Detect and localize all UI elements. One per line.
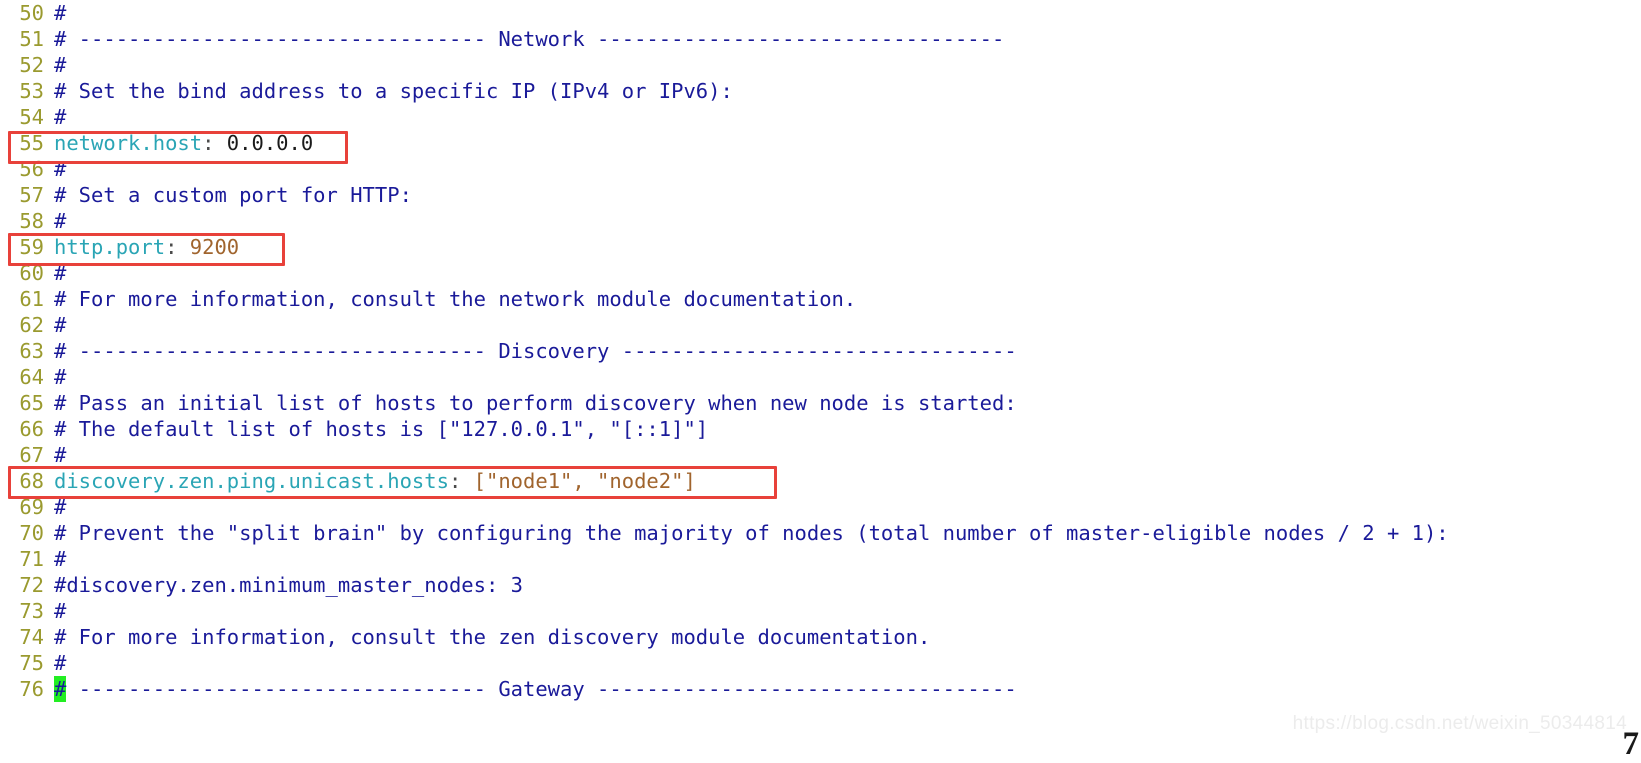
- code-line[interactable]: 68 discovery.zen.ping.unicast.hosts: ["no…: [0, 468, 1641, 494]
- comment-text: #: [54, 313, 67, 337]
- comment-text: #: [54, 599, 67, 623]
- code-line[interactable]: 74 # For more information, consult the ze…: [0, 624, 1641, 650]
- line-number: 59: [19, 235, 44, 259]
- code-line[interactable]: 64 #: [0, 364, 1641, 390]
- code-line[interactable]: 72 #discovery.zen.minimum_master_nodes: 3: [0, 572, 1641, 598]
- key-value-separator: :: [448, 469, 474, 493]
- line-number: 56: [19, 157, 44, 181]
- code-line[interactable]: 71 #: [0, 546, 1641, 572]
- line-number: 74: [19, 625, 44, 649]
- text-cursor: #: [54, 676, 67, 702]
- comment-text: #: [54, 495, 67, 519]
- comment-text: # For more information, consult the netw…: [54, 287, 857, 311]
- watermark-url: https://blog.csdn.net/weixin_50344814: [1292, 713, 1627, 734]
- line-number: 61: [19, 287, 44, 311]
- line-number: 50: [19, 1, 44, 25]
- config-value: 9200: [189, 235, 240, 259]
- line-number: 53: [19, 79, 44, 103]
- code-line[interactable]: 59 http.port: 9200: [0, 234, 1641, 260]
- code-line[interactable]: 67 #: [0, 442, 1641, 468]
- line-number: 68: [19, 469, 44, 493]
- line-number: 71: [19, 547, 44, 571]
- line-number: 54: [19, 105, 44, 129]
- line-number: 51: [19, 27, 44, 51]
- comment-text: # --------------------------------- Disc…: [54, 339, 1017, 363]
- code-line[interactable]: 75 #: [0, 650, 1641, 676]
- comment-text: #: [54, 651, 67, 675]
- comment-text: # --------------------------------- Netw…: [54, 27, 1005, 51]
- code-line[interactable]: 63 # --------------------------------- Di…: [0, 338, 1641, 364]
- code-line[interactable]: 54 #: [0, 104, 1641, 130]
- line-number: 76: [19, 677, 44, 701]
- code-line[interactable]: 58 #: [0, 208, 1641, 234]
- comment-text: #: [54, 443, 67, 467]
- code-editor-pane[interactable]: 50 #51 # ---------------------------------…: [0, 0, 1641, 762]
- line-number: 57: [19, 183, 44, 207]
- comment-text: # The default list of hosts is ["127.0.0…: [54, 417, 709, 441]
- code-line[interactable]: 66 # The default list of hosts is ["127.0…: [0, 416, 1641, 442]
- config-value: 0.0.0.0: [226, 131, 314, 155]
- line-number: 67: [19, 443, 44, 467]
- key-value-separator: :: [202, 131, 227, 155]
- comment-text: #: [54, 261, 67, 285]
- line-number: 75: [19, 651, 44, 675]
- page-number-badge: 7: [1622, 726, 1640, 762]
- code-line[interactable]: 60 #: [0, 260, 1641, 286]
- code-line[interactable]: 62 #: [0, 312, 1641, 338]
- code-line[interactable]: 51 # --------------------------------- Ne…: [0, 26, 1641, 52]
- code-line[interactable]: 50 #: [0, 0, 1641, 26]
- line-number: 66: [19, 417, 44, 441]
- line-number: 70: [19, 521, 44, 545]
- config-key: http.port: [54, 235, 166, 259]
- line-number: 65: [19, 391, 44, 415]
- code-line[interactable]: 65 # Pass an initial list of hosts to per…: [0, 390, 1641, 416]
- line-number: 72: [19, 573, 44, 597]
- comment-text: #: [54, 105, 67, 129]
- code-line[interactable]: 61 # For more information, consult the ne…: [0, 286, 1641, 312]
- comment-text: --------------------------------- Gatewa…: [66, 677, 1017, 701]
- comment-text: # Prevent the "split brain" by configuri…: [54, 521, 1449, 545]
- code-line[interactable]: 69 #: [0, 494, 1641, 520]
- line-number: 63: [19, 339, 44, 363]
- line-number: 73: [19, 599, 44, 623]
- config-key: network.host: [54, 131, 203, 155]
- line-number: 64: [19, 365, 44, 389]
- comment-text: # Set a custom port for HTTP:: [54, 183, 412, 207]
- comment-text: #: [54, 157, 67, 181]
- code-line[interactable]: 57 # Set a custom port for HTTP:: [0, 182, 1641, 208]
- comment-text: #: [54, 53, 67, 77]
- line-number: 60: [19, 261, 44, 285]
- comment-text: #: [54, 547, 67, 571]
- code-line[interactable]: 53 # Set the bind address to a specific I…: [0, 78, 1641, 104]
- line-number: 62: [19, 313, 44, 337]
- code-line[interactable]: 56 #: [0, 156, 1641, 182]
- comment-text: # Pass an initial list of hosts to perfo…: [54, 391, 1017, 415]
- comment-text: #: [54, 365, 67, 389]
- code-line[interactable]: 76 # --------------------------------- Ga…: [0, 676, 1641, 702]
- comment-text: # For more information, consult the zen …: [54, 625, 931, 649]
- comment-text: #discovery.zen.minimum_master_nodes: 3: [54, 573, 523, 597]
- line-number: 58: [19, 209, 44, 233]
- code-line[interactable]: 55 network.host: 0.0.0.0: [0, 130, 1641, 156]
- comment-text: # Set the bind address to a specific IP …: [54, 79, 733, 103]
- line-number: 69: [19, 495, 44, 519]
- config-key: discovery.zen.ping.unicast.hosts: [54, 469, 449, 493]
- line-number: 52: [19, 53, 44, 77]
- code-line-list: 50 #51 # ---------------------------------…: [0, 0, 1641, 702]
- comment-text: #: [54, 1, 67, 25]
- comment-text: #: [54, 209, 67, 233]
- config-value: ["node1", "node2"]: [473, 469, 696, 493]
- code-line[interactable]: 73 #: [0, 598, 1641, 624]
- code-line[interactable]: 52 #: [0, 52, 1641, 78]
- code-line[interactable]: 70 # Prevent the "split brain" by configu…: [0, 520, 1641, 546]
- key-value-separator: :: [165, 235, 190, 259]
- line-number: 55: [19, 131, 44, 155]
